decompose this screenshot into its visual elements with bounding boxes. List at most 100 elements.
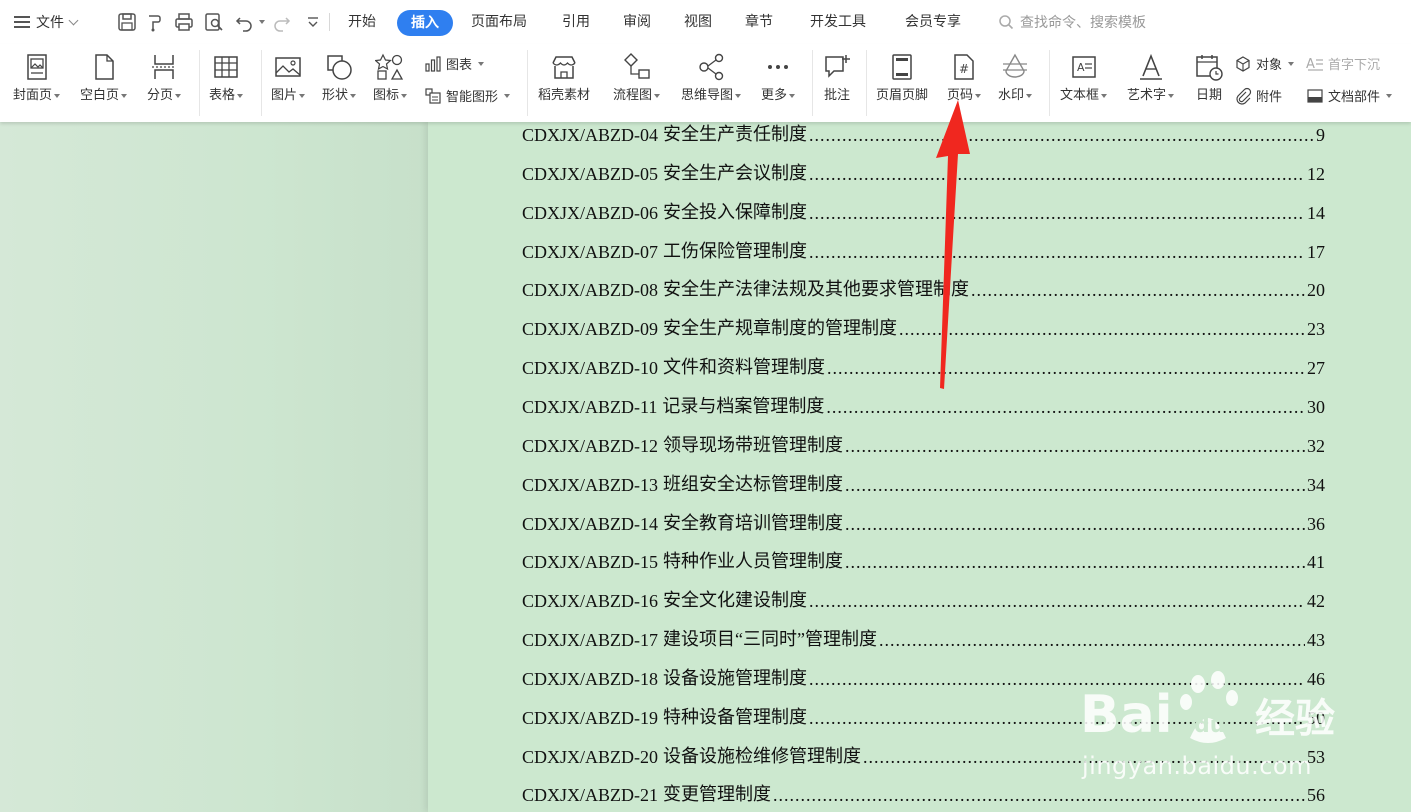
tab-review[interactable]: 审阅 xyxy=(623,12,651,32)
picture-button[interactable]: 图片 xyxy=(271,52,306,104)
toc-leader-dots xyxy=(809,669,1305,690)
attachment-button[interactable]: 附件 xyxy=(1234,86,1282,105)
toc-entry[interactable]: CDXJX/ABZD-19特种设备管理制度 50 xyxy=(522,703,1325,729)
toc-page-number: 14 xyxy=(1307,202,1325,223)
icon-library-icon xyxy=(375,53,404,80)
toc-page-number: 41 xyxy=(1307,552,1325,573)
file-menu-button[interactable]: 文件 xyxy=(14,12,79,32)
toc-leader-dots xyxy=(845,475,1305,496)
object-label: 对象 xyxy=(1256,58,1283,73)
chart-button[interactable]: 图表 xyxy=(424,54,485,73)
dropdown-arrow-icon xyxy=(175,93,182,98)
toc-entry[interactable]: CDXJX/ABZD-10文件和资料管理制度 27 xyxy=(522,353,1325,379)
flowchart-button[interactable]: 流程图 xyxy=(613,52,661,104)
date-button[interactable]: 日期 xyxy=(1194,52,1224,104)
toc-title: 特种设备管理制度 xyxy=(663,706,808,727)
undo-icon[interactable] xyxy=(233,11,255,33)
doc-parts-button[interactable]: 文档部件 xyxy=(1306,86,1393,105)
daoke-material-button[interactable]: 稻壳素材 xyxy=(538,52,590,104)
toc-title: 安全教育培训管理制度 xyxy=(663,512,844,533)
save-icon[interactable] xyxy=(116,11,138,33)
dropdown-arrow-icon xyxy=(401,93,408,98)
toc-code: CDXJX/ABZD-12 xyxy=(522,435,659,456)
dropdown-arrow-icon xyxy=(1101,93,1108,98)
toc-entry[interactable]: CDXJX/ABZD-16安全文化建设制度 42 xyxy=(522,586,1325,612)
customize-toolbar-icon[interactable] xyxy=(302,11,324,33)
toc-code: CDXJX/ABZD-15 xyxy=(522,552,659,573)
tab-view[interactable]: 视图 xyxy=(684,12,712,32)
toc-code: CDXJX/ABZD-13 xyxy=(522,474,659,495)
tab-page-layout[interactable]: 页面布局 xyxy=(471,12,527,32)
tab-insert[interactable]: 插入 xyxy=(397,10,453,36)
toc-leader-dots xyxy=(773,785,1305,806)
drop-cap-label: 首字下沉 xyxy=(1328,58,1381,73)
flowchart-label: 流程图 xyxy=(613,88,653,103)
toc-entry[interactable]: CDXJX/ABZD-08安全生产法律法规及其他要求管理制度 20 xyxy=(522,275,1325,301)
table-icon xyxy=(214,56,238,78)
toc-entry[interactable]: CDXJX/ABZD-18设备设施管理制度 46 xyxy=(522,664,1325,690)
dropdown-arrow-icon xyxy=(350,93,357,98)
toc-entry[interactable]: CDXJX/ABZD-13班组安全达标管理制度 34 xyxy=(522,470,1325,496)
wordart-button[interactable]: 艺术字 xyxy=(1127,52,1175,104)
header-footer-button[interactable]: 页眉页脚 xyxy=(876,52,928,104)
toc-title: 安全投入保障制度 xyxy=(663,201,808,222)
print-icon[interactable] xyxy=(173,11,195,33)
watermark-url: jingyan.baidu.com xyxy=(1082,752,1312,780)
dropdown-arrow-icon xyxy=(504,93,511,98)
tab-developer[interactable]: 开发工具 xyxy=(810,12,866,32)
toc-entry[interactable]: CDXJX/ABZD-11记录与档案管理制度 30 xyxy=(522,392,1325,418)
toc-page-number: 23 xyxy=(1307,319,1325,340)
more-button[interactable]: 更多 xyxy=(761,52,796,104)
smart-graphic-button[interactable]: 智能图形 xyxy=(424,86,511,105)
group-separator xyxy=(527,50,528,116)
toc-entry[interactable]: CDXJX/ABZD-09安全生产规章制度的管理制度 23 xyxy=(522,314,1325,340)
command-search[interactable]: 查找命令、搜索模板 xyxy=(998,12,1146,32)
tab-home[interactable]: 开始 xyxy=(348,12,376,32)
toc-entry[interactable]: CDXJX/ABZD-07工伤保险管理制度 17 xyxy=(522,237,1325,263)
toc-code: CDXJX/ABZD-16 xyxy=(522,591,659,612)
toc-code: CDXJX/ABZD-11 xyxy=(522,396,658,417)
toc-entry[interactable]: CDXJX/ABZD-17建设项目“三同时”管理制度 43 xyxy=(522,625,1325,651)
toc-code: CDXJX/ABZD-14 xyxy=(522,513,659,534)
redo-icon[interactable] xyxy=(271,11,293,33)
more-label: 更多 xyxy=(761,88,788,103)
page-break-button[interactable]: 分页 xyxy=(147,52,182,104)
object-button[interactable]: 对象 xyxy=(1234,54,1295,73)
toc-title: 安全生产规章制度的管理制度 xyxy=(663,318,898,339)
toc-entry[interactable]: CDXJX/ABZD-05安全生产会议制度 12 xyxy=(522,159,1325,185)
tab-section[interactable]: 章节 xyxy=(745,12,773,32)
table-button[interactable]: 表格 xyxy=(209,52,244,104)
comment-icon xyxy=(825,55,850,78)
format-painter-icon[interactable] xyxy=(144,11,166,33)
wordart-label: 艺术字 xyxy=(1127,88,1167,103)
icon-button[interactable]: 图标 xyxy=(373,52,408,104)
tab-member[interactable]: 会员专享 xyxy=(905,12,961,32)
textbox-button[interactable]: A 文本框 xyxy=(1060,52,1108,104)
page-break-label: 分页 xyxy=(147,88,174,103)
print-preview-icon[interactable] xyxy=(203,11,225,33)
toc-entry[interactable]: CDXJX/ABZD-04安全生产责任制度 9 xyxy=(522,120,1325,146)
toc-title: 安全生产责任制度 xyxy=(663,124,808,144)
drop-cap-button[interactable]: A 首字下沉 xyxy=(1306,54,1381,74)
toc-entry[interactable]: CDXJX/ABZD-12领导现场带班管理制度 32 xyxy=(522,431,1325,457)
comment-button[interactable]: 批注 xyxy=(822,52,852,104)
undo-dropdown-icon[interactable] xyxy=(259,20,265,24)
tab-references[interactable]: 引用 xyxy=(562,12,590,32)
more-dots-icon xyxy=(768,65,788,69)
toc-page-number: 9 xyxy=(1316,125,1325,145)
toc-entry[interactable]: CDXJX/ABZD-15特种作业人员管理制度 41 xyxy=(522,547,1325,573)
toc-leader-dots xyxy=(971,280,1305,301)
blank-page-button[interactable]: 空白页 xyxy=(80,52,128,104)
shape-button[interactable]: 形状 xyxy=(322,52,357,104)
document-page[interactable]: CDXJX/ABZD-04安全生产责任制度 9 CDXJX/ABZD-05安全生产会… xyxy=(428,122,1411,812)
toc-code: CDXJX/ABZD-07 xyxy=(522,241,659,262)
cover-page-button[interactable]: 封面页 xyxy=(13,52,61,104)
toc-entry[interactable]: CDXJX/ABZD-06安全投入保障制度 14 xyxy=(522,198,1325,224)
toc-entry[interactable]: CDXJX/ABZD-21变更管理制度 56 xyxy=(522,780,1325,806)
toc-entry[interactable]: CDXJX/ABZD-14安全教育培训管理制度 36 xyxy=(522,509,1325,535)
dropdown-arrow-icon xyxy=(1026,93,1033,98)
attachment-label: 附件 xyxy=(1256,90,1283,105)
daoke-material-label: 稻壳素材 xyxy=(538,88,591,103)
mindmap-button[interactable]: 思维导图 xyxy=(681,52,742,104)
watermark-button[interactable]: 水印 xyxy=(998,52,1033,104)
